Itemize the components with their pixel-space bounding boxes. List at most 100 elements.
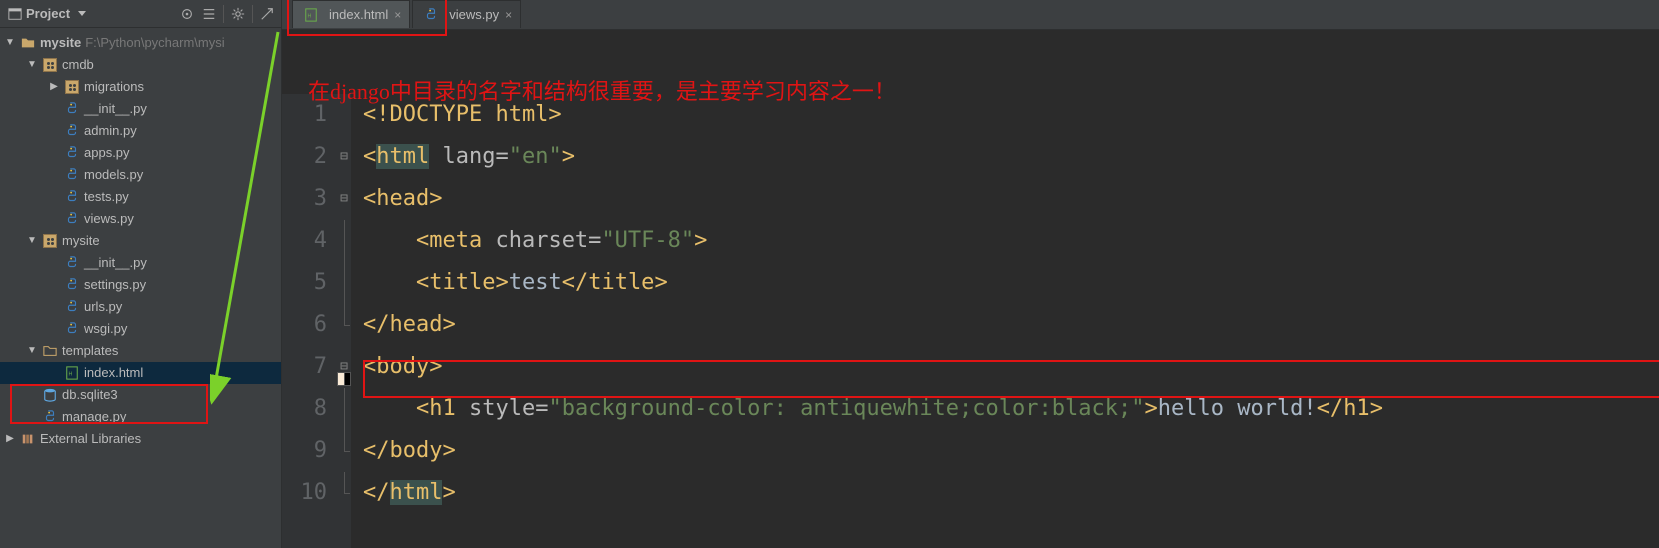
tab-label: index.html (329, 7, 388, 22)
project-icon (8, 7, 22, 21)
code-area[interactable]: 1 2 3 4 5 6 7 8 9 10 (282, 30, 1659, 548)
line-number: 7 (282, 346, 327, 388)
line-number: 2 (282, 136, 327, 178)
library-icon (20, 431, 36, 447)
project-sidebar: Project ▼ mysite F:\Python\pycharm\mysi … (0, 0, 282, 548)
tree-label: index.html (84, 362, 143, 384)
expand-icon[interactable]: ▼ (26, 230, 38, 252)
python-icon (64, 145, 80, 161)
tree-file[interactable]: apps.py (0, 142, 281, 164)
tree-file[interactable]: tests.py (0, 186, 281, 208)
tree-label: views.py (84, 208, 134, 230)
line-number: 8 (282, 388, 327, 430)
sidebar-title[interactable]: Project (26, 6, 70, 21)
scroll-to-source-icon[interactable] (177, 4, 197, 24)
tree-path: F:\Python\pycharm\mysi (85, 32, 224, 54)
tree-file[interactable]: models.py (0, 164, 281, 186)
package-icon (42, 233, 58, 249)
color-swatch-icon[interactable] (344, 372, 352, 386)
python-icon (64, 189, 80, 205)
tree-label: apps.py (84, 142, 130, 164)
python-icon (64, 211, 80, 227)
line-number: 9 (282, 430, 327, 472)
tree-file[interactable]: admin.py (0, 120, 281, 142)
dropdown-icon[interactable] (78, 11, 86, 16)
expand-icon[interactable]: ▼ (26, 340, 38, 362)
database-icon (42, 387, 58, 403)
gear-icon[interactable] (228, 4, 248, 24)
fold-gutter (337, 94, 351, 548)
tree-templates[interactable]: ▼ templates (0, 340, 281, 362)
fold-toggle[interactable] (337, 136, 351, 178)
python-icon (64, 277, 80, 293)
editor: H index.html × views.py × 1 2 3 4 5 6 7 … (282, 0, 1659, 548)
tabs-row: H index.html × views.py × (282, 0, 1659, 30)
tree-label: mysite (40, 32, 81, 54)
tree-label: mysite (62, 230, 100, 252)
tree-label: templates (62, 340, 118, 362)
svg-text:H: H (308, 13, 312, 19)
close-icon[interactable]: × (394, 8, 401, 22)
expand-icon[interactable]: ▶ (4, 428, 16, 450)
tree-label: manage.py (62, 406, 126, 428)
tree-mysite-pkg[interactable]: ▼ mysite (0, 230, 281, 252)
python-icon (64, 255, 80, 271)
tab-views-py[interactable]: views.py × (412, 0, 521, 28)
collapse-all-icon[interactable] (199, 4, 219, 24)
close-icon[interactable]: × (505, 8, 512, 22)
tree-ext-lib[interactable]: ▶ External Libraries (0, 428, 281, 450)
tree-file[interactable]: __init__.py (0, 98, 281, 120)
tree-file[interactable]: wsgi.py (0, 318, 281, 340)
tree-label: External Libraries (40, 428, 141, 450)
tree-label: __init__.py (84, 252, 147, 274)
tree-label: tests.py (84, 186, 129, 208)
expand-icon[interactable]: ▼ (26, 54, 38, 76)
package-icon (42, 57, 58, 73)
tree-file[interactable]: __init__.py (0, 252, 281, 274)
tree-file[interactable]: views.py (0, 208, 281, 230)
python-icon (423, 7, 439, 23)
python-icon (64, 167, 80, 183)
tree-manage[interactable]: manage.py (0, 406, 281, 428)
tree-cmdb[interactable]: ▼ cmdb (0, 54, 281, 76)
line-gutter: 1 2 3 4 5 6 7 8 9 10 (282, 94, 337, 548)
sidebar-header: Project (0, 0, 281, 28)
fold-toggle[interactable] (337, 178, 351, 220)
tree-label: admin.py (84, 120, 137, 142)
expand-icon[interactable]: ▶ (48, 76, 60, 98)
line-number: 6 (282, 304, 327, 346)
tree-label: migrations (84, 76, 144, 98)
line-number: 4 (282, 220, 327, 262)
tree-index-html[interactable]: H index.html (0, 362, 281, 384)
tree-label: db.sqlite3 (62, 384, 118, 406)
tree-db[interactable]: db.sqlite3 (0, 384, 281, 406)
tree-label: cmdb (62, 54, 94, 76)
expand-icon[interactable]: ▼ (4, 32, 16, 54)
tree-file[interactable]: urls.py (0, 296, 281, 318)
svg-text:H: H (69, 372, 73, 378)
folder-icon (42, 343, 58, 359)
tree-root[interactable]: ▼ mysite F:\Python\pycharm\mysi (0, 32, 281, 54)
html-icon: H (303, 7, 319, 23)
python-icon (64, 299, 80, 315)
tree-migrations[interactable]: ▶ migrations (0, 76, 281, 98)
folder-icon (20, 35, 36, 51)
tree-label: __init__.py (84, 98, 147, 120)
line-number: 5 (282, 262, 327, 304)
tree-label: models.py (84, 164, 143, 186)
tree-file[interactable]: settings.py (0, 274, 281, 296)
color-swatches (337, 358, 351, 400)
project-tree[interactable]: ▼ mysite F:\Python\pycharm\mysi ▼ cmdb ▶… (0, 28, 281, 548)
line-number: 10 (282, 472, 327, 514)
code[interactable]: <!DOCTYPE html> <html lang="en"> <head> … (351, 94, 1659, 548)
tab-label: views.py (449, 7, 499, 22)
tree-label: settings.py (84, 274, 146, 296)
package-icon (64, 79, 80, 95)
hide-icon[interactable] (257, 4, 277, 24)
python-icon (64, 321, 80, 337)
tree-label: wsgi.py (84, 318, 127, 340)
tree-label: urls.py (84, 296, 122, 318)
tab-index-html[interactable]: H index.html × (292, 0, 410, 28)
html-icon: H (64, 365, 80, 381)
line-number: 1 (282, 94, 327, 136)
